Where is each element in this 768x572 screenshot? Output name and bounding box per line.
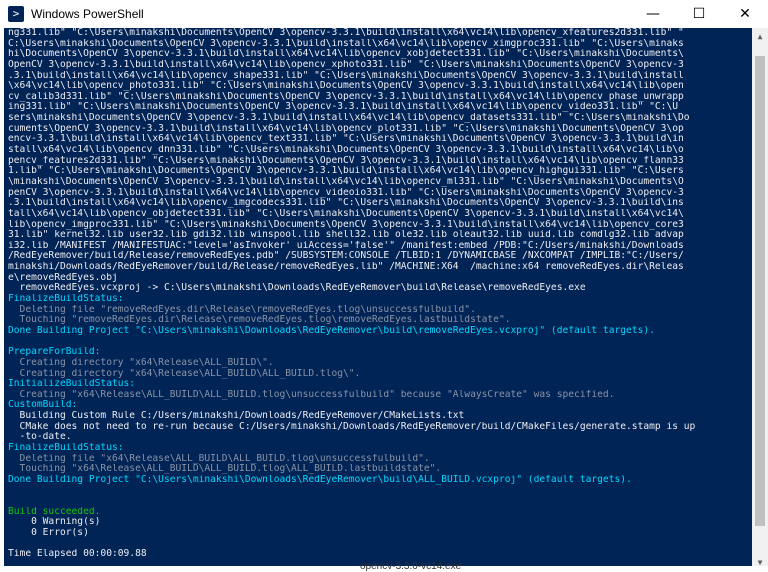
console-line: FinalizeBuildStatus: xyxy=(8,442,124,453)
console-line: ng331.lib" "C:\Users\minakshi\Documents\… xyxy=(8,28,684,38)
console-line: Building Custom Rule C:/Users/minakshi/D… xyxy=(8,411,465,422)
console-line: tall\x64\vc14\lib\opencv_objdetect331.li… xyxy=(8,208,684,219)
console-line: C:\Users\minakshi\Documents\OpenCV 3\ope… xyxy=(8,38,684,49)
console-line: Touching "removeRedEyes.dir\Release\remo… xyxy=(8,315,511,326)
console-line: -to-date. xyxy=(8,432,72,443)
window-title: Windows PowerShell xyxy=(31,7,144,21)
console-line: cuments\OpenCV 3\opencv-3.3.1\build\inst… xyxy=(8,123,684,134)
console-line: Build succeeded. xyxy=(8,506,101,517)
console-line: e\removeRedEyes.obj xyxy=(8,272,118,283)
scroll-up-arrow-icon[interactable]: ▲ xyxy=(752,28,768,44)
title-bar[interactable]: > Windows PowerShell — ☐ ✕ xyxy=(0,0,768,28)
console-line: removeRedEyes.vcxproj -> C:\Users\minaks… xyxy=(8,283,586,294)
console-line: .3.1\build\install\x64\vc14\lib\opencv_s… xyxy=(8,70,684,81)
console-line: \x64\vc14\lib\opencv_photo331.lib" "C:\U… xyxy=(8,81,684,92)
console-line: OpenCV 3\opencv-3.3.1\build\install\x64\… xyxy=(8,59,684,70)
console-output[interactable]: ng331.lib" "C:\Users\minakshi\Documents\… xyxy=(4,28,752,566)
console-line: Creating "x64\Release\ALL_BUILD\ALL_BUIL… xyxy=(8,389,615,400)
maximize-button[interactable]: ☐ xyxy=(676,0,722,28)
console-line: 0 Error(s) xyxy=(8,528,89,539)
console-line: /RedEyeRemover/build/Release/removeRedEy… xyxy=(8,251,684,262)
console-line: 31.lib" kernel32.lib user32.lib gdi32.li… xyxy=(8,230,684,241)
console-line: pencv_features2d331.lib" "C:\Users\minak… xyxy=(8,155,684,166)
minimize-button[interactable]: — xyxy=(630,0,676,28)
console-line: CMake does not need to re-run because C:… xyxy=(8,421,696,432)
console-line: Time Elapsed 00:00:09.88 xyxy=(8,549,147,560)
powershell-icon: > xyxy=(8,6,24,22)
scroll-thumb[interactable] xyxy=(755,56,765,526)
console-line: 1.lib" "C:\Users\minakshi\Documents\Open… xyxy=(8,166,684,177)
console-line: PrepareForBuild: xyxy=(8,347,101,358)
console-line: Deleting file "x64\Release\ALL_BUILD\ALL… xyxy=(8,453,430,464)
background-window-text: opencv-3.3.0-vc14.exe xyxy=(360,561,462,572)
console-line: cv_calib3d331.lib" "C:\Users\minakshi\Do… xyxy=(8,91,684,102)
console-line: .3.1\build\install\x64\vc14\lib\opencv_i… xyxy=(8,198,684,209)
console-line: \minakshi\Documents\OpenCV 3\opencv-3.3.… xyxy=(8,176,684,187)
console-line: minakshi/Downloads/RedEyeRemover/build/R… xyxy=(8,262,684,273)
console-line: CustomBuild: xyxy=(8,400,78,411)
console-line: Deleting file "removeRedEyes.dir\Release… xyxy=(8,304,476,315)
console-line: stall\x64\vc14\lib\opencv_dnn331.lib" "C… xyxy=(8,145,684,156)
console-line: 0 Warning(s) xyxy=(8,517,101,528)
console-line: Creating directory "x64\Release\ALL_BUIL… xyxy=(8,357,274,368)
console-line: InitializeBuildStatus: xyxy=(8,379,136,390)
console-line: Creating directory "x64\Release\ALL_BUIL… xyxy=(8,368,361,379)
console-line: hi\Documents\OpenCV 3\opencv-3.3.1\build… xyxy=(8,49,684,60)
console-line: sers\minakshi\Documents\OpenCV 3\opencv-… xyxy=(8,113,690,124)
console-line: Touching "x64\Release\ALL_BUILD\ALL_BUIL… xyxy=(8,464,442,475)
console-line: i32.lib /MANIFEST /MANIFESTUAC:"level='a… xyxy=(8,240,684,251)
window-controls: — ☐ ✕ xyxy=(630,0,768,28)
console-line: ing331.lib" "C:\Users\minakshi\Documents… xyxy=(8,102,679,113)
close-button[interactable]: ✕ xyxy=(722,0,768,28)
console-line: encv-3.3.1\build\install\x64\vc14\lib\op… xyxy=(8,134,684,145)
console-line: penCV 3\opencv-3.3.1\build\install\x64\v… xyxy=(8,187,684,198)
console-line: Done Building Project "C:\Users\minakshi… xyxy=(8,474,632,485)
console-line: FinalizeBuildStatus: xyxy=(8,294,124,305)
console-lines: ng331.lib" "C:\Users\minakshi\Documents\… xyxy=(4,28,752,560)
vertical-scrollbar[interactable]: ▲ ▼ xyxy=(752,28,768,570)
console-line: lib\opencv_imgproc331.lib" "C:\Users\min… xyxy=(8,219,684,230)
console-line: Done Building Project "C:\Users\minakshi… xyxy=(8,325,655,336)
